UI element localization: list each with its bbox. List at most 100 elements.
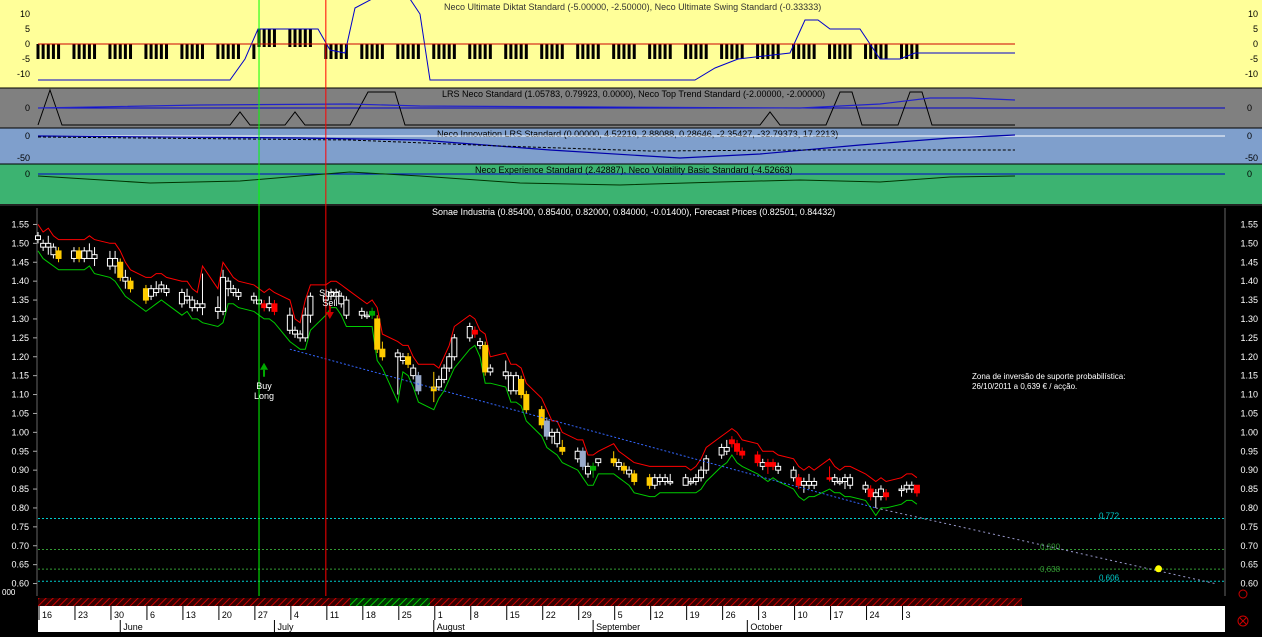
- candle-body: [477, 341, 484, 346]
- candle-body: [394, 352, 401, 358]
- panel1-swing-bar: [360, 44, 364, 59]
- panel1-swing-bar: [581, 44, 585, 59]
- panel1-tick-left: 10: [20, 9, 30, 19]
- candle-body: [415, 375, 422, 392]
- support-level-label: 0,772: [1099, 512, 1120, 521]
- panel1-swing-bar: [833, 44, 837, 59]
- candle-body: [405, 356, 412, 365]
- candle-body: [153, 288, 160, 293]
- chart-canvas: Neco Ultimate Diktat Standard (-5.00000,…: [0, 0, 1262, 632]
- panel1-swing-bar: [149, 44, 153, 59]
- panel1-swing-bar: [437, 44, 441, 59]
- panel1-swing-bar: [828, 44, 832, 59]
- candle-body: [50, 246, 57, 256]
- y-tick-label-right: 0.90: [1240, 465, 1258, 475]
- panel1-swing-bar: [627, 44, 631, 59]
- candle-body: [117, 261, 124, 278]
- panel1-swing-bar: [658, 44, 662, 59]
- y-tick-label-left: 0.85: [11, 484, 29, 494]
- candle-body: [811, 480, 818, 486]
- panel3-tick-0-left: 0: [25, 131, 30, 141]
- candle-body: [142, 288, 149, 301]
- date-label: 12: [654, 610, 664, 620]
- candle-body: [194, 303, 201, 309]
- candle-body: [692, 477, 699, 482]
- panel1-tick-left: 5: [25, 24, 30, 34]
- panel1-tick-right: 5: [1253, 24, 1258, 34]
- panel1-swing-bar: [555, 44, 559, 59]
- panel1-swing-bar: [514, 44, 518, 59]
- close-icon[interactable]: [1237, 615, 1249, 627]
- y-tick-label-left: 1.00: [11, 427, 29, 437]
- y-tick-label-left: 0.90: [11, 465, 29, 475]
- lower-band-line: [37, 250, 918, 517]
- date-label: 8: [474, 610, 479, 620]
- panel1-swing-bar: [190, 44, 194, 59]
- candle-body: [466, 326, 473, 339]
- buy-label: Buy: [256, 381, 272, 391]
- panel1-swing-bar: [848, 44, 852, 59]
- support-note-line2: 26/10/2011 a 0,639 € / acção.: [972, 382, 1077, 391]
- candle-body: [86, 250, 93, 259]
- panel1-swing-bar: [36, 44, 40, 59]
- y-tick-label-left: 1.30: [11, 314, 29, 324]
- price-bands: [37, 224, 918, 517]
- y-tick-label-right: 0.85: [1240, 484, 1258, 494]
- panel1-swing-bar: [622, 44, 626, 59]
- scroll-up-icon[interactable]: [1238, 589, 1248, 599]
- candle-body: [343, 299, 350, 316]
- date-label: 27: [258, 610, 268, 620]
- panel3-tick-50-left: -50: [17, 153, 30, 163]
- panel1-swing-bar: [329, 44, 333, 59]
- panel1-swing-bar: [396, 44, 400, 59]
- candle-body: [770, 462, 777, 467]
- panel1-tick-right: 0: [1253, 39, 1258, 49]
- candle-body: [297, 333, 304, 339]
- panel1-tick-right: 10: [1248, 9, 1258, 19]
- panel1-swing-bar: [118, 44, 122, 59]
- y-tick-label-right: 1.45: [1240, 257, 1258, 267]
- panel1-swing-bar: [365, 44, 369, 59]
- candle-body: [435, 378, 442, 388]
- candle-body: [703, 458, 710, 471]
- candle-body: [399, 356, 406, 362]
- date-label: 3: [906, 610, 911, 620]
- panel1-swing-bar: [432, 44, 436, 59]
- panel2-title: LRS Neco Standard (1.05783, 0.79923, 0.0…: [442, 89, 825, 99]
- candle-body: [651, 477, 658, 486]
- panel1-swing-bar: [915, 44, 919, 59]
- candle-body: [723, 446, 730, 452]
- panel1-swing-bar: [771, 44, 775, 59]
- panel1-swing-bar: [725, 44, 729, 59]
- panel1-swing-bar: [108, 44, 112, 59]
- panel1-swing-bar: [699, 44, 703, 59]
- date-label: 23: [78, 610, 88, 620]
- y-tick-label-left: 1.05: [11, 408, 29, 418]
- date-label: 6: [150, 610, 155, 620]
- panel1-swing-bar: [72, 44, 76, 59]
- support-note-line1: Zona de inversão de suporte probabilísti…: [972, 372, 1125, 381]
- corner-label: 000: [2, 588, 16, 597]
- date-label: 17: [834, 610, 844, 620]
- panel1-swing-bar: [864, 44, 868, 59]
- panel4-tick-left: 0: [25, 169, 30, 179]
- date-label: 16: [42, 610, 52, 620]
- candle-body: [841, 477, 848, 482]
- panel1-swing-bar: [442, 44, 446, 59]
- candle-body: [549, 431, 555, 437]
- panel1-swing-bar: [797, 44, 801, 59]
- candle-body: [178, 291, 185, 305]
- date-label: 19: [690, 610, 700, 620]
- panel1-swing-bar: [545, 44, 549, 59]
- candle-body: [883, 492, 890, 498]
- candle-body: [502, 371, 509, 377]
- candle-body: [91, 254, 98, 259]
- candle-body: [687, 480, 694, 484]
- candle-body: [584, 465, 591, 475]
- candle-body: [410, 367, 417, 377]
- candle-body: [739, 450, 746, 456]
- candle-body: [482, 344, 489, 373]
- buy-arrow-head: [260, 362, 269, 370]
- date-label: 1: [438, 610, 443, 620]
- candle-body: [877, 488, 884, 498]
